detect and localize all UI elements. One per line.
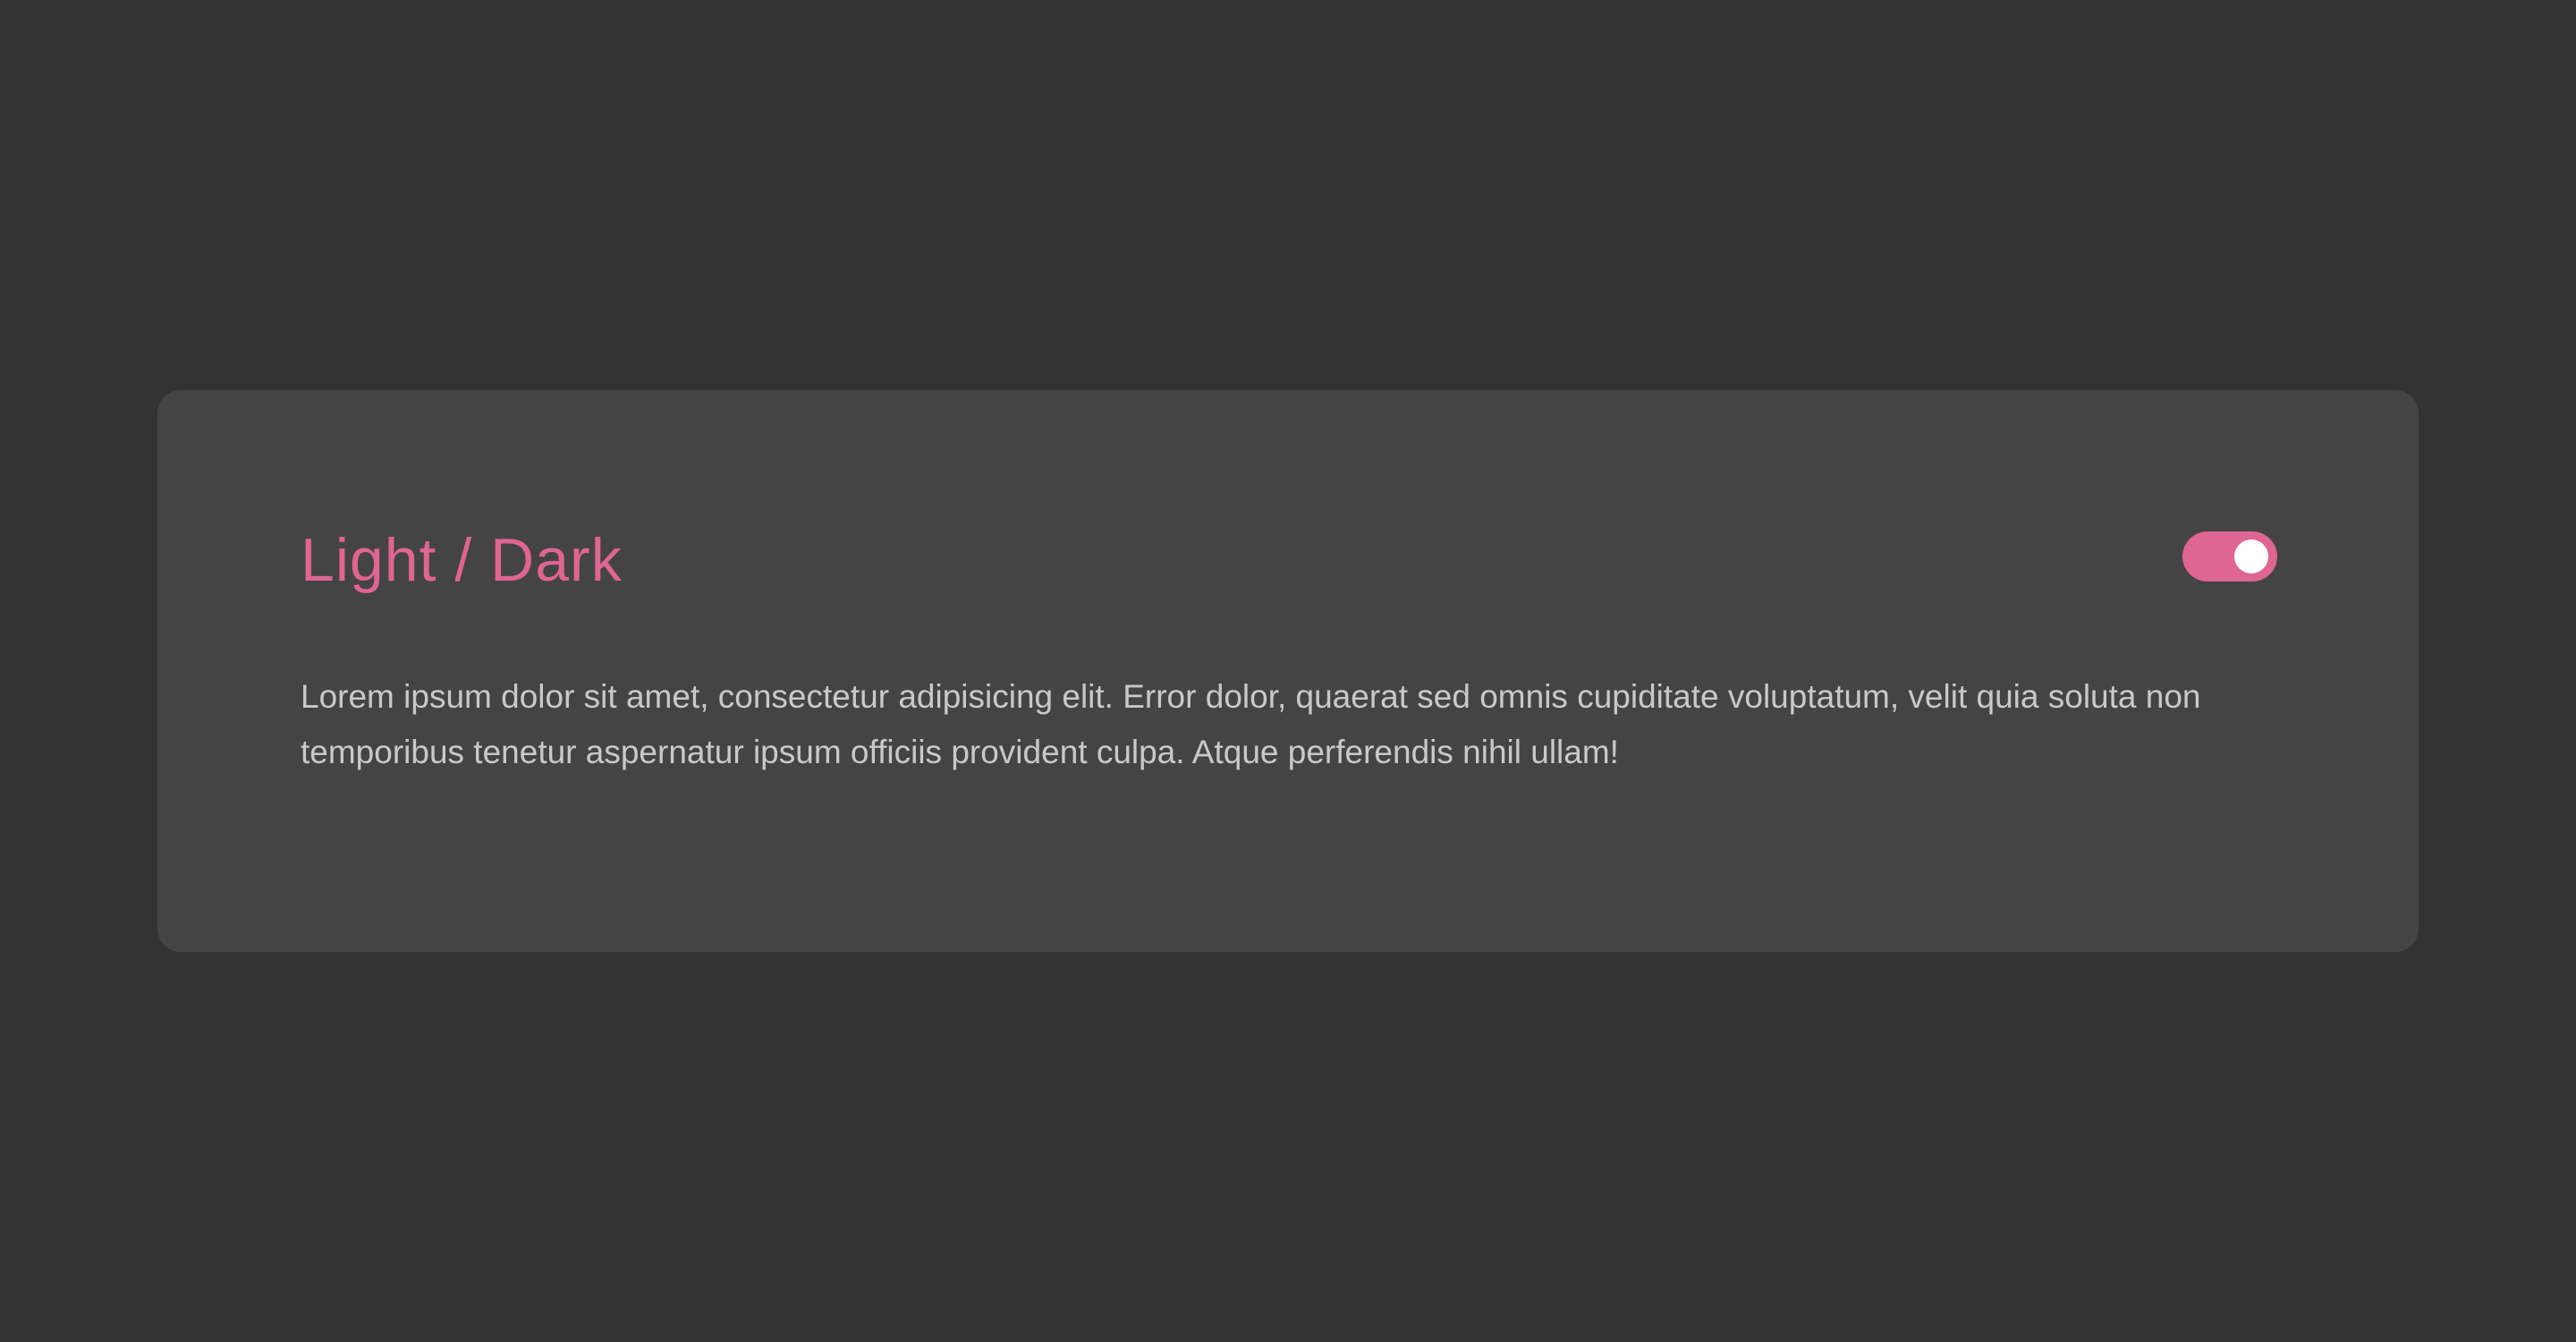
toggle-knob bbox=[2234, 539, 2268, 573]
card-title: Light / Dark bbox=[301, 526, 623, 594]
theme-card: Light / Dark Lorem ipsum dolor sit amet,… bbox=[157, 390, 2419, 952]
card-body-text: Lorem ipsum dolor sit amet, consectetur … bbox=[301, 678, 2201, 770]
theme-toggle[interactable] bbox=[2182, 531, 2277, 582]
